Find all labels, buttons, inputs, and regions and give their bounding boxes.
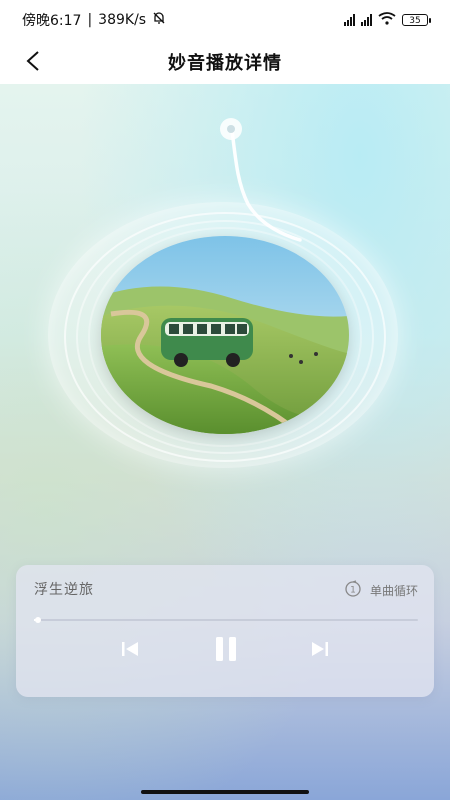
back-button[interactable] [18, 48, 48, 78]
signal-2-icon [361, 14, 372, 26]
play-pause-button[interactable] [206, 631, 246, 671]
status-divider: | [87, 12, 93, 28]
player-panel: 浮生逆旅 1 单曲循环 [16, 565, 434, 697]
progress-bar[interactable] [34, 617, 418, 623]
back-arrow-icon [25, 50, 41, 76]
song-title: 浮生逆旅 [34, 582, 94, 598]
loop-mode-toggle[interactable]: 1 单曲循环 [344, 580, 418, 601]
previous-icon [120, 640, 140, 662]
previous-button[interactable] [112, 633, 148, 669]
wifi-icon [378, 11, 396, 29]
app-header: 妙音播放详情 [0, 40, 450, 84]
network-speed: 389K/s [98, 12, 147, 28]
signal-1-icon [344, 14, 355, 26]
status-right: 35 [344, 11, 431, 29]
status-left: 傍晚6:17 | 389K/s [22, 10, 166, 30]
loop-one-icon: 1 [344, 580, 362, 601]
pause-icon [214, 636, 238, 666]
battery-icon: 35 [402, 14, 431, 26]
home-indicator[interactable] [141, 790, 309, 794]
next-button[interactable] [302, 633, 338, 669]
loop-badge: 1 [350, 586, 356, 596]
mute-bell-icon [152, 11, 166, 29]
status-bar: 傍晚6:17 | 389K/s 35 [0, 0, 450, 40]
player-stage: 浮生逆旅 1 单曲循环 [0, 84, 450, 800]
progress-thumb[interactable] [34, 617, 41, 623]
album-cover-art [101, 236, 349, 434]
page-title: 妙音播放详情 [168, 53, 282, 74]
loop-mode-label: 单曲循环 [369, 584, 418, 598]
status-time: 傍晚6:17 [22, 13, 82, 29]
album-cover [101, 236, 349, 434]
next-icon [310, 640, 330, 662]
